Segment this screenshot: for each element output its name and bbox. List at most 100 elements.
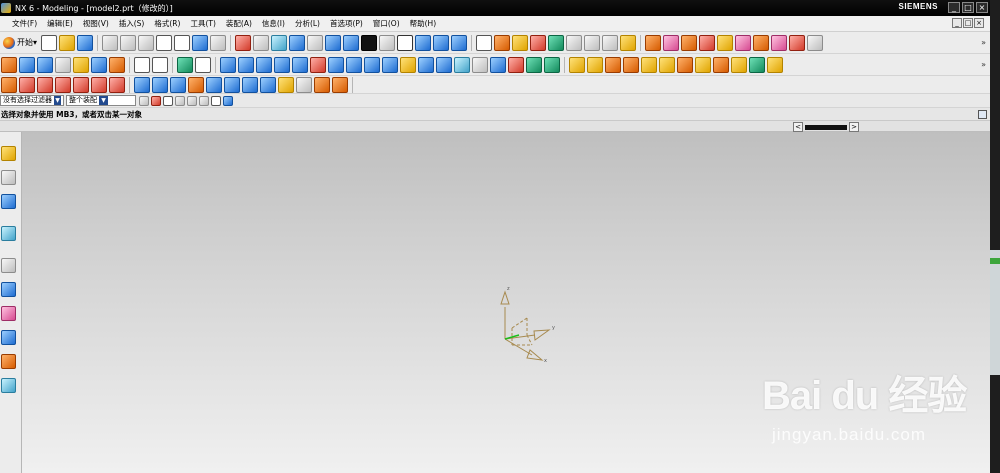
undo-icon[interactable] — [156, 34, 173, 51]
wcs-dynamics-icon[interactable] — [415, 34, 432, 51]
history-icon[interactable] — [1, 258, 16, 273]
trim-sheet-icon[interactable] — [296, 76, 312, 93]
doc-restore-button[interactable]: □ — [963, 18, 973, 28]
cut-icon[interactable] — [102, 34, 119, 51]
snap-control-point-icon[interactable] — [530, 34, 547, 51]
maximize-button[interactable]: □ — [962, 2, 974, 13]
select-features-icon[interactable] — [175, 95, 185, 106]
x-form-icon[interactable] — [332, 76, 348, 93]
edit-feature-icon[interactable] — [659, 56, 675, 73]
chevron-left-icon[interactable]: < — [793, 122, 803, 132]
block-icon[interactable] — [220, 56, 236, 73]
offset-surface-icon[interactable] — [314, 76, 330, 93]
nx-app-icon[interactable] — [1, 3, 11, 13]
roles-icon[interactable] — [1, 354, 16, 369]
orient-view-icon[interactable] — [343, 34, 360, 51]
system-scene-icon[interactable] — [1, 330, 16, 345]
slider-track[interactable] — [805, 124, 847, 130]
snap-existing-point-icon[interactable] — [602, 34, 619, 51]
menu-information[interactable]: 信息(I) — [257, 18, 290, 29]
render-style-icon[interactable] — [361, 34, 378, 51]
pocket-icon[interactable] — [91, 56, 107, 73]
type-filter-select[interactable]: 没有选择过滤器 ▼ — [0, 95, 64, 106]
sew-icon[interactable] — [544, 56, 560, 73]
cube-feature-icon[interactable] — [753, 34, 770, 51]
through-mesh-icon[interactable] — [170, 76, 186, 93]
select-edges-icon[interactable] — [199, 95, 209, 106]
edit-feature-icon[interactable] — [569, 56, 585, 73]
cube-feature-icon[interactable] — [735, 34, 752, 51]
doc-minimize-button[interactable]: _ — [952, 18, 962, 28]
constraint-navigator-icon[interactable] — [1, 170, 16, 185]
menu-file[interactable]: 文件(F) — [0, 18, 42, 29]
toolbar-overflow-icon[interactable]: » — [981, 60, 990, 69]
edit-feature-icon[interactable] — [623, 56, 639, 73]
zoom-icon[interactable] — [253, 34, 270, 51]
rectangle-select-icon[interactable] — [211, 95, 221, 106]
save-icon[interactable] — [77, 34, 94, 51]
wcs-rotate-icon[interactable] — [451, 34, 468, 51]
menu-help[interactable]: 帮助(H) — [405, 18, 442, 29]
dock-icon[interactable] — [978, 110, 987, 119]
fillet-curve-icon[interactable] — [19, 76, 35, 93]
snap-intersection-icon[interactable] — [548, 34, 565, 51]
edit-feature-icon[interactable] — [677, 56, 693, 73]
sphere-icon[interactable] — [274, 56, 290, 73]
edit-feature-icon[interactable] — [713, 56, 729, 73]
ruled-surface-icon[interactable] — [134, 76, 150, 93]
cube-feature-icon[interactable] — [771, 34, 788, 51]
menu-insert[interactable]: 插入(S) — [114, 18, 150, 29]
doc-close-button[interactable]: × — [974, 18, 984, 28]
swept-icon[interactable] — [188, 76, 204, 93]
background-icon[interactable] — [379, 34, 396, 51]
palette-icon[interactable] — [1, 306, 16, 321]
select-faces-icon[interactable] — [187, 95, 197, 106]
menu-edit[interactable]: 编辑(E) — [42, 18, 78, 29]
offset-curve-icon[interactable] — [73, 76, 89, 93]
edit-feature-icon[interactable] — [767, 56, 783, 73]
sketch-icon[interactable] — [1, 56, 17, 73]
toolbar-overflow-icon[interactable]: » — [981, 38, 990, 47]
close-button[interactable]: × — [976, 2, 988, 13]
repeat-command-icon[interactable] — [192, 34, 209, 51]
snap-quadrant-icon[interactable] — [584, 34, 601, 51]
edit-feature-icon[interactable] — [587, 56, 603, 73]
snap-midpoint-icon[interactable] — [512, 34, 529, 51]
trim-body-icon[interactable] — [346, 56, 362, 73]
cube-feature-icon[interactable] — [717, 34, 734, 51]
pad-icon[interactable] — [109, 56, 125, 73]
menu-assemblies[interactable]: 装配(A) — [221, 18, 257, 29]
scale-body-icon[interactable] — [472, 56, 488, 73]
studio-surface-icon[interactable] — [242, 76, 258, 93]
open-folder-icon[interactable] — [59, 34, 76, 51]
intersect-icon[interactable] — [328, 56, 344, 73]
fit-icon[interactable] — [235, 34, 252, 51]
point-icon[interactable] — [1, 76, 17, 93]
line-icon[interactable] — [134, 56, 150, 73]
edit-feature-icon[interactable] — [641, 56, 657, 73]
cube-feature-icon[interactable] — [699, 34, 716, 51]
hole-icon[interactable] — [55, 56, 71, 73]
menu-view[interactable]: 视图(V) — [78, 18, 114, 29]
cube-feature-icon[interactable] — [789, 34, 806, 51]
trim-curve-icon[interactable] — [37, 76, 53, 93]
extract-icon[interactable] — [526, 56, 542, 73]
cube-feature-icon[interactable] — [663, 34, 680, 51]
edit-feature-icon[interactable] — [605, 56, 621, 73]
revolve-icon[interactable] — [37, 56, 53, 73]
menu-window[interactable]: 窗口(O) — [368, 18, 405, 29]
assembly-navigator-icon[interactable] — [1, 146, 16, 161]
menu-format[interactable]: 格式(R) — [149, 18, 185, 29]
copy-icon[interactable] — [120, 34, 137, 51]
edge-blend-icon[interactable] — [382, 56, 398, 73]
edit-feature-icon[interactable] — [695, 56, 711, 73]
snap-center-icon[interactable] — [566, 34, 583, 51]
touch-mode-icon[interactable] — [210, 34, 227, 51]
edit-feature-icon[interactable] — [731, 56, 747, 73]
datum-plane-icon[interactable] — [177, 56, 193, 73]
minimize-button[interactable]: _ — [948, 2, 960, 13]
start-button[interactable]: 开始▾ — [0, 36, 40, 49]
instance-icon[interactable] — [490, 56, 506, 73]
redo-icon[interactable] — [174, 34, 191, 51]
cube-feature-icon[interactable] — [681, 34, 698, 51]
